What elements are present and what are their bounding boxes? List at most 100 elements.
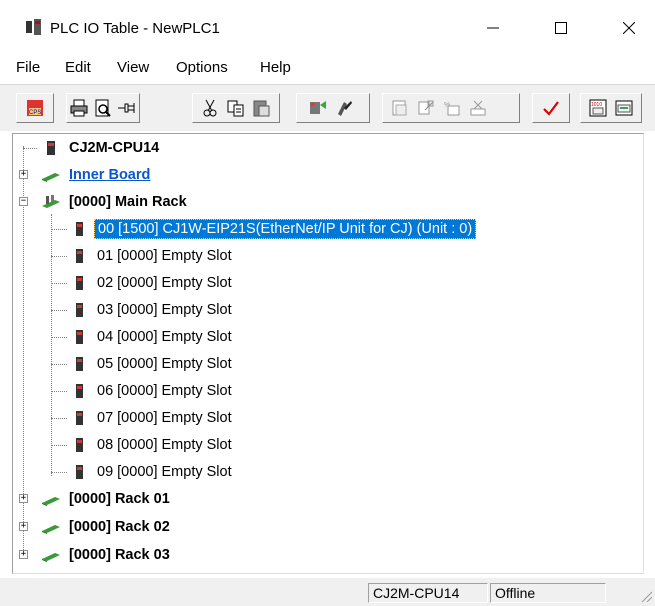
svg-text:1010: 1010 <box>591 102 602 108</box>
tree-item-slot[interactable]: 03 [0000] Empty Slot <box>69 296 235 323</box>
maximize-button[interactable] <box>538 10 584 46</box>
tree-item-slot[interactable]: 04 [0000] Empty Slot <box>69 323 235 350</box>
io-icon1: 1010 <box>589 99 607 117</box>
slot-label: 02 [0000] Empty Slot <box>97 274 232 291</box>
tree-line <box>51 229 67 230</box>
doc3-button[interactable]: % <box>439 95 465 121</box>
io-button-1[interactable]: 1010 <box>585 95 611 121</box>
slot-unit-icon <box>76 302 83 317</box>
tree-item-inner-board[interactable]: Inner Board <box>41 161 153 188</box>
resize-grip-icon[interactable] <box>640 590 652 602</box>
rack-icon <box>42 552 60 562</box>
svg-text:CPS: CPS <box>29 110 41 116</box>
print-preview-button[interactable] <box>91 95 115 121</box>
toolbar-group-6 <box>532 93 570 123</box>
slot-label: 06 [0000] Empty Slot <box>97 382 232 399</box>
menu-file[interactable]: File <box>14 59 42 76</box>
slot-label: 01 [0000] Empty Slot <box>97 247 232 264</box>
tree-line <box>51 283 67 284</box>
io-button-2[interactable] <box>611 95 637 121</box>
inner-board-label[interactable]: Inner Board <box>66 166 153 184</box>
tree-item-rack[interactable]: [0000] Rack 01 <box>41 485 173 512</box>
menu-options[interactable]: Options <box>174 59 230 76</box>
slot-label: 00 [1500] CJ1W-EIP21S(EtherNet/IP Unit f… <box>94 218 477 239</box>
slot-unit-icon <box>76 275 83 290</box>
slot-label: 03 [0000] Empty Slot <box>97 301 232 318</box>
io-icon2 <box>615 100 633 116</box>
expand-rack[interactable]: + <box>19 550 28 559</box>
tree-item-slot[interactable]: 05 [0000] Empty Slot <box>69 350 235 377</box>
slot-label: 04 [0000] Empty Slot <box>97 328 232 345</box>
close-button[interactable] <box>606 10 652 46</box>
minimize-button[interactable] <box>470 10 516 46</box>
transfer-button[interactable] <box>305 95 331 121</box>
status-model: CJ2M-CPU14 <box>368 583 488 603</box>
doc2-icon <box>418 100 434 115</box>
cpu-label: CJ2M-CPU14 <box>69 139 160 156</box>
menu-help[interactable]: Help <box>258 59 293 76</box>
print-icon <box>70 99 88 117</box>
cps-button[interactable]: CPS <box>22 95 48 121</box>
menu-edit[interactable]: Edit <box>63 59 93 76</box>
toolbar-group-5: % <box>382 93 520 123</box>
tree-item-slot[interactable]: 02 [0000] Empty Slot <box>69 269 235 296</box>
toolbar-group-7: 1010 <box>580 93 642 123</box>
menu-bar: File Edit View Options Help <box>0 56 655 82</box>
rack-icon <box>42 524 60 534</box>
title-bar: PLC IO Table - NewPLC1 <box>0 0 655 56</box>
tree-item-rack[interactable]: [0000] Rack 02 <box>41 513 173 540</box>
tree-line <box>51 256 67 257</box>
app-icon <box>26 19 41 35</box>
pin-button[interactable] <box>115 95 139 121</box>
compare-icon <box>338 101 352 116</box>
cut-button[interactable] <box>197 95 223 121</box>
rack-icon <box>42 496 60 506</box>
doc2-button[interactable] <box>413 95 439 121</box>
cps-icon: CPS <box>27 100 43 116</box>
rack-icon <box>42 194 60 208</box>
tree-item-slot[interactable]: 09 [0000] Empty Slot <box>69 458 235 485</box>
tree-item-slot[interactable]: 07 [0000] Empty Slot <box>69 404 235 431</box>
tree-item-slot[interactable]: 06 [0000] Empty Slot <box>69 377 235 404</box>
toolbar: CPS % 1010 <box>0 84 655 131</box>
toolbar-group-4 <box>296 93 370 123</box>
slot-unit-icon <box>76 356 83 371</box>
tree-line <box>51 391 67 392</box>
tree-item-main-rack[interactable]: [0000] Main Rack <box>41 188 190 215</box>
print-preview-icon <box>95 99 111 117</box>
expand-inner-board[interactable]: + <box>19 170 28 179</box>
slot-unit-icon <box>76 410 83 425</box>
status-mode: Offline <box>490 583 606 603</box>
tree-item-cpu[interactable]: CJ2M-CPU14 <box>41 134 162 161</box>
doc1-icon <box>392 100 407 116</box>
compare-button[interactable] <box>331 95 357 121</box>
rack-label: [0000] Rack 02 <box>69 518 170 535</box>
tree-line <box>23 148 37 149</box>
menu-view[interactable]: View <box>115 59 151 76</box>
tree-item-slot[interactable]: 08 [0000] Empty Slot <box>69 431 235 458</box>
copy-icon <box>227 100 244 117</box>
expand-rack[interactable]: + <box>19 522 28 531</box>
expand-rack[interactable]: + <box>19 494 28 503</box>
rack-label: [0000] Rack 03 <box>69 546 170 563</box>
paste-button[interactable] <box>249 95 275 121</box>
print-button[interactable] <box>67 95 91 121</box>
slot-unit-icon <box>76 437 83 452</box>
io-tree-view[interactable]: CJ2M-CPU14 + Inner Board − [0000] Main R… <box>12 133 644 574</box>
doc4-icon <box>470 100 486 116</box>
pin-icon <box>118 103 135 113</box>
tree-item-slot[interactable]: 00 [1500] CJ1W-EIP21S(EtherNet/IP Unit f… <box>69 215 477 242</box>
check-button[interactable] <box>538 95 564 121</box>
tree-item-rack[interactable]: [0000] Rack 03 <box>41 541 173 568</box>
rack-label: [0000] Rack 01 <box>69 490 170 507</box>
paste-icon <box>253 100 270 117</box>
slot-unit-icon <box>76 329 83 344</box>
slot-unit-icon <box>76 221 83 236</box>
minimize-icon <box>487 27 499 29</box>
doc4-button[interactable] <box>465 95 491 121</box>
tree-item-slot[interactable]: 01 [0000] Empty Slot <box>69 242 235 269</box>
doc1-button[interactable] <box>387 95 413 121</box>
slot-unit-icon <box>76 383 83 398</box>
copy-button[interactable] <box>223 95 249 121</box>
collapse-main-rack[interactable]: − <box>19 197 28 206</box>
